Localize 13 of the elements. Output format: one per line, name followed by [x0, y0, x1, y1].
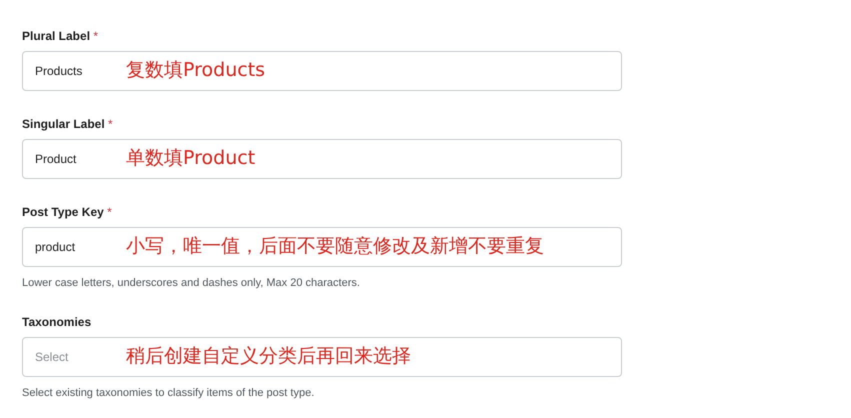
field-label: Taxonomies — [22, 315, 92, 329]
help-text: Lower case letters, underscores and dashes only, Max 20 characters. — [22, 277, 361, 289]
annotation-text: 复数填Products — [126, 59, 266, 81]
field-label: Post Type Key — [22, 205, 104, 219]
required-mark: * — [108, 117, 113, 131]
required-mark: * — [93, 29, 98, 43]
required-mark: * — [107, 205, 112, 219]
annotation-text: 单数填Product — [126, 147, 256, 169]
annotation-text: 稍后创建自定义分类后再回来选择 — [126, 345, 411, 367]
field-label: Plural Label — [22, 29, 90, 43]
field-label: Singular Label — [22, 117, 105, 131]
annotation-text: 小写，唯一值，后面不要随意修改及新增不要重复 — [126, 235, 544, 257]
help-text: Select existing taxonomies to classify items of the post type. — [22, 387, 316, 399]
